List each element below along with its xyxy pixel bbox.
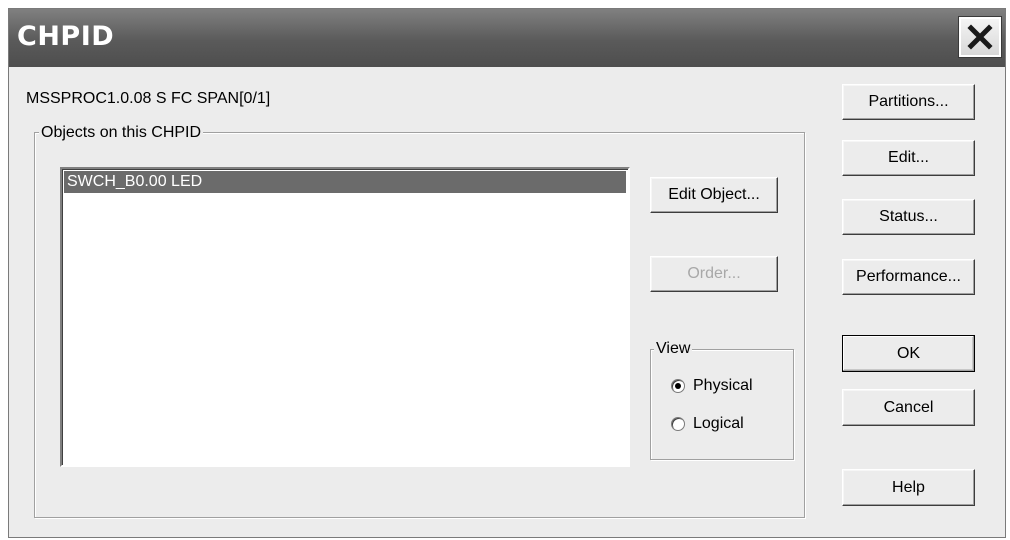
logical-radio[interactable] xyxy=(671,417,685,431)
ok-button[interactable]: OK xyxy=(842,335,975,372)
logical-radio-label: Logical xyxy=(693,415,744,432)
chpid-path-label: MSSPROC1.0.08 S FC SPAN[0/1] xyxy=(26,90,271,107)
view-group-title: View xyxy=(654,340,693,358)
close-button[interactable] xyxy=(958,16,1002,58)
view-groupbox xyxy=(650,349,794,460)
physical-radio-option[interactable]: Physical xyxy=(671,377,753,395)
performance-button[interactable]: Performance... xyxy=(842,259,975,295)
status-button[interactable]: Status... xyxy=(842,199,975,235)
edit-object-button[interactable]: Edit Object... xyxy=(650,177,778,213)
list-item[interactable]: SWCH_B0.00 LED xyxy=(64,171,626,193)
physical-radio-label: Physical xyxy=(693,377,753,394)
edit-button[interactable]: Edit... xyxy=(842,140,975,176)
help-button[interactable]: Help xyxy=(842,469,975,506)
physical-radio[interactable] xyxy=(671,379,685,393)
close-icon xyxy=(967,24,993,50)
order-button[interactable]: Order... xyxy=(650,256,778,292)
window-title: CHPID xyxy=(17,21,115,52)
objects-group-title: Objects on this CHPID xyxy=(39,124,204,142)
logical-radio-option[interactable]: Logical xyxy=(671,415,744,433)
objects-listbox[interactable]: SWCH_B0.00 LED xyxy=(60,167,630,467)
title-bar[interactable]: CHPID xyxy=(9,9,1005,67)
cancel-button[interactable]: Cancel xyxy=(842,389,975,426)
chpid-dialog: CHPID MSSPROC1.0.08 S FC SPAN[0/1] Objec… xyxy=(8,8,1006,538)
partitions-button[interactable]: Partitions... xyxy=(842,84,975,120)
